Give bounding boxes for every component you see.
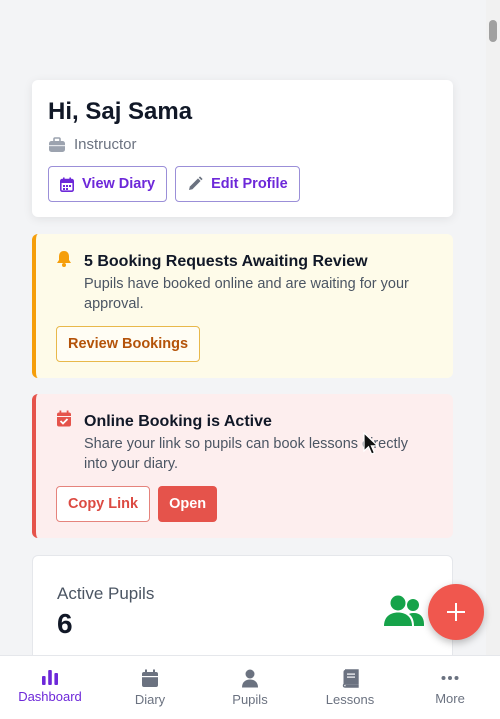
nav-label: Dashboard [18,689,82,704]
active-pupils-label: Active Pupils [57,584,155,603]
view-diary-button[interactable]: View Diary [48,166,168,202]
briefcase-icon [49,136,65,152]
ellipsis-icon [441,676,459,680]
calendar-check-icon [57,410,71,427]
pencil-icon [189,176,203,190]
edit-profile-label: Edit Profile [211,176,288,192]
users-icon [384,595,424,626]
plus-icon [447,603,465,621]
nav-label: Lessons [325,692,375,707]
active-pupils-value: 6 [57,608,73,639]
bell-icon [57,251,71,267]
mouse-cursor-icon [363,432,379,455]
calendar-icon [142,669,158,687]
booking-alert-header: 5 Booking Requests Awaiting Review Pupil… [56,250,433,314]
bottom-nav: Dashboard Diary Pupils Lessons More [0,655,500,719]
role-label: Instructor [74,136,137,153]
nav-item-pupils[interactable]: Pupils [200,656,300,719]
greeting-title: Hi, Saj Sama [48,98,193,125]
nav-item-more[interactable]: More [400,656,500,719]
nav-item-lessons[interactable]: Lessons [300,656,400,719]
role-row: Instructor [48,136,437,153]
book-icon [342,669,359,688]
scrollbar[interactable] [486,0,500,655]
copy-link-button[interactable]: Copy Link [56,486,151,522]
welcome-card: Hi, Saj Sama Instructor View Diary Edit … [32,80,453,217]
booking-alert-title: 5 Booking Requests Awaiting Review [84,253,368,270]
add-button[interactable] [428,584,484,640]
nav-label: Pupils [232,692,268,707]
calendar-icon [60,177,74,192]
review-bookings-button[interactable]: Review Bookings [56,326,201,362]
view-diary-label: View Diary [82,176,156,192]
nav-item-diary[interactable]: Diary [100,656,200,719]
chart-bar-icon [42,670,58,685]
user-icon [242,669,258,688]
scrollbar-thumb[interactable] [489,20,497,42]
booking-alert-body: Pupils have booked online and are waitin… [84,276,409,312]
online-alert-body: Share your link so pupils can book lesso… [84,436,408,472]
online-booking-alert: Online Booking is Active Share your link… [32,394,453,538]
welcome-actions: View Diary Edit Profile [48,166,437,202]
online-alert-title: Online Booking is Active [84,413,272,430]
edit-profile-button[interactable]: Edit Profile [175,166,300,202]
active-pupils-card: Active Pupils 6 [32,555,453,655]
main-content: Hi, Saj Sama Instructor View Diary Edit … [0,0,486,655]
open-button[interactable]: Open [158,486,218,522]
booking-requests-alert: 5 Booking Requests Awaiting Review Pupil… [32,234,453,378]
nav-label: More [435,691,465,706]
nav-label: Diary [134,692,166,707]
nav-item-dashboard[interactable]: Dashboard [0,656,100,719]
